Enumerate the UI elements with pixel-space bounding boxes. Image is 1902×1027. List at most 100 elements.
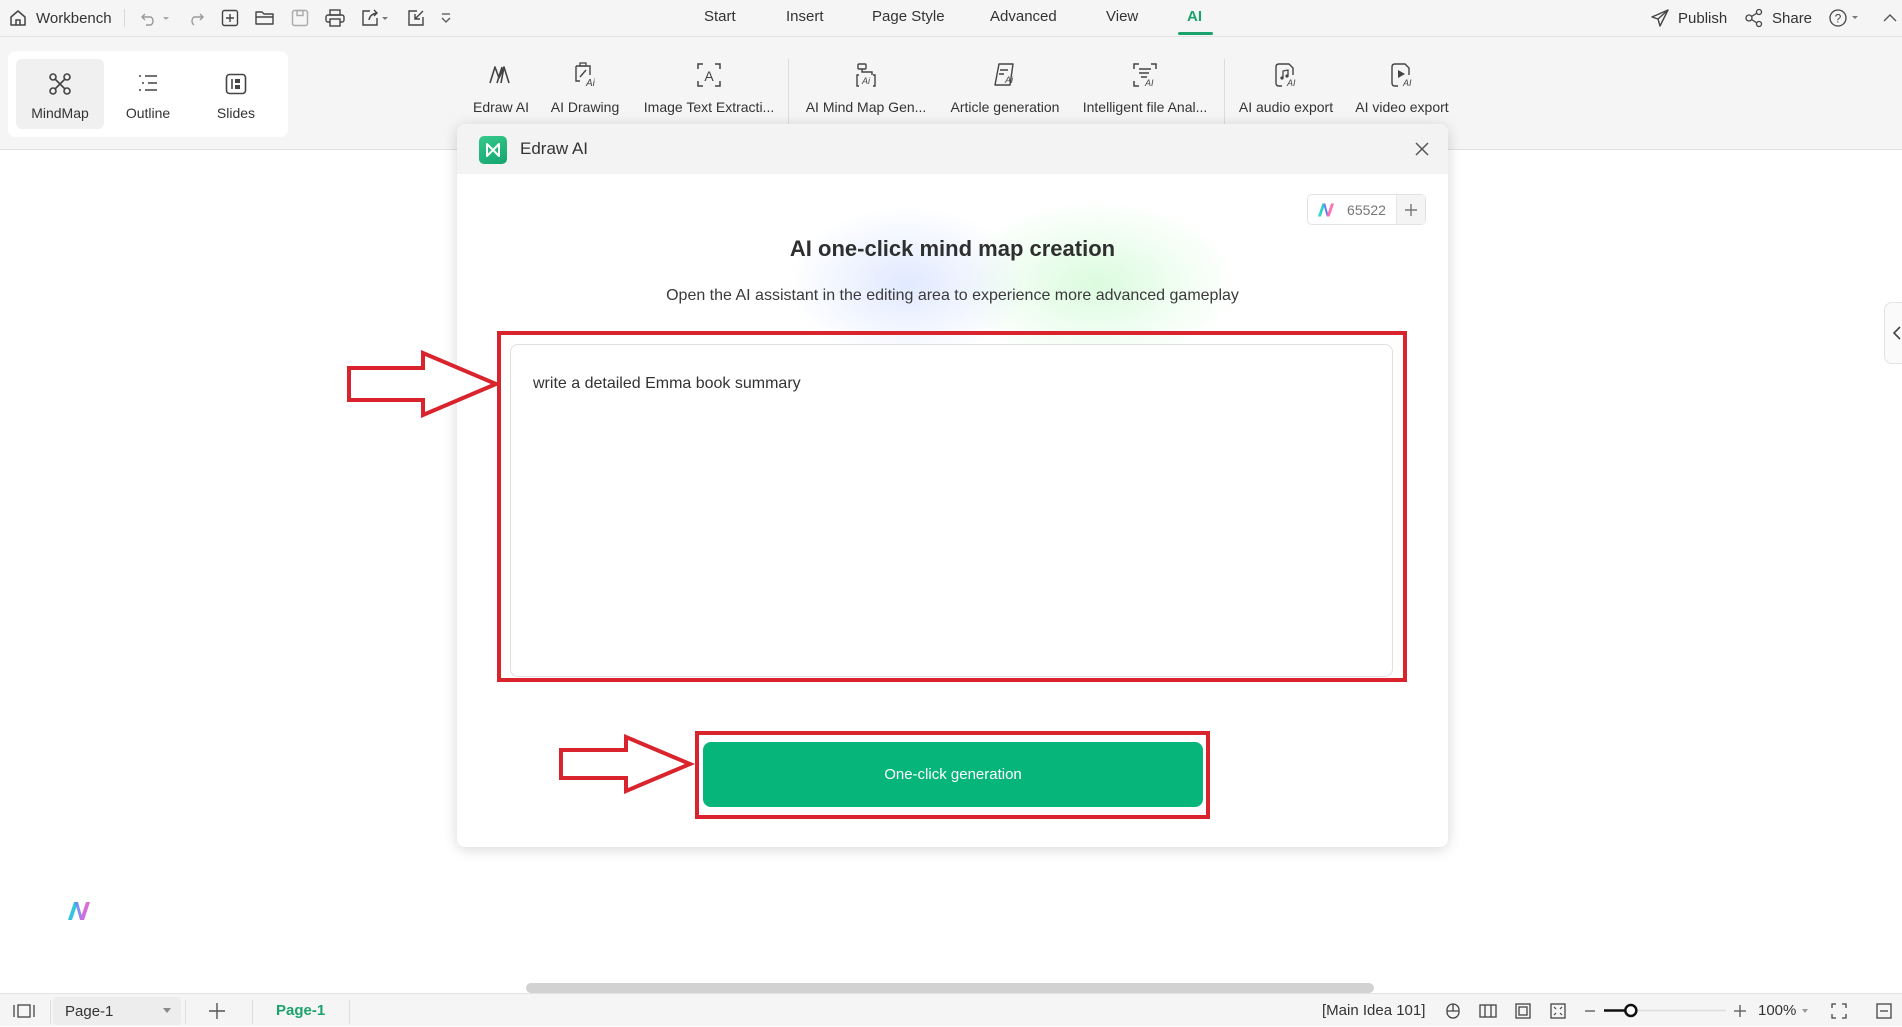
ai-mindmap-gen-button[interactable]: Ai AI Mind Map Gen...	[806, 61, 926, 115]
fit-page-icon	[1514, 1002, 1532, 1020]
fit-window-button[interactable]	[1549, 994, 1567, 1027]
tab-view[interactable]: View	[1106, 8, 1138, 25]
video-export-button[interactable]: AI AI video export	[1354, 61, 1450, 115]
zoom-slider-handle[interactable]	[1624, 1003, 1638, 1018]
zoom-level-dropdown[interactable]: 100%	[1758, 994, 1809, 1027]
fit-window-icon	[1549, 1002, 1567, 1020]
export-icon	[360, 8, 390, 28]
open-button[interactable]	[252, 6, 278, 30]
view-outline-label: Outline	[125, 105, 171, 121]
edraw-ai-button[interactable]: Edraw AI	[473, 61, 529, 115]
credits-icon	[1308, 202, 1338, 218]
svg-text:A: A	[704, 68, 714, 84]
view-slides-button[interactable]: Slides	[192, 59, 280, 129]
redo-button[interactable]	[184, 6, 206, 30]
more-tools-button[interactable]	[436, 6, 456, 30]
zoom-level-value: 100%	[1758, 1002, 1797, 1019]
zoom-in-button[interactable]	[1733, 994, 1747, 1027]
edraw-logo-icon	[479, 136, 507, 164]
selection-info: [Main Idea 101]	[1322, 1002, 1426, 1019]
article-generation-button[interactable]: Ai Article generation	[950, 61, 1060, 115]
toggle-page-panel-button[interactable]	[12, 994, 36, 1027]
view-mindmap-button[interactable]: MindMap	[16, 59, 104, 129]
dialog-title: Edraw AI	[520, 139, 589, 158]
divider	[185, 1000, 186, 1024]
audio-export-button[interactable]: AI AI audio export	[1236, 61, 1336, 115]
page-tab-active[interactable]: Page-1	[276, 994, 325, 1027]
edraw-ai-icon	[487, 61, 515, 89]
divider	[124, 9, 125, 27]
fullscreen-button[interactable]	[1830, 994, 1848, 1027]
publish-icon	[1650, 8, 1670, 28]
new-file-button[interactable]	[218, 6, 242, 30]
minus-icon	[1584, 1005, 1596, 1017]
credits-value: 65522	[1347, 201, 1386, 218]
prompt-input[interactable]: write a detailed Emma book summary	[511, 345, 1392, 676]
view-outline-button[interactable]: Outline	[104, 59, 192, 129]
ai-mindmap-gen-icon: Ai	[852, 61, 880, 89]
file-analysis-button[interactable]: AI Intelligent file Anal...	[1080, 61, 1210, 115]
svg-text:AI: AI	[1286, 78, 1296, 88]
collapse-ribbon-button[interactable]	[1882, 6, 1898, 30]
plus-icon	[208, 1002, 226, 1020]
side-panel-toggle[interactable]	[1884, 302, 1902, 364]
workbench-button[interactable]: Workbench	[8, 6, 112, 30]
home-icon	[8, 8, 28, 28]
save-icon	[290, 8, 310, 28]
ai-drawing-label: AI Drawing	[550, 99, 620, 115]
mouse-mode-button[interactable]	[1444, 994, 1462, 1027]
fullscreen-icon	[1830, 1002, 1848, 1020]
new-file-icon	[220, 8, 240, 28]
check-export-button[interactable]	[404, 6, 428, 30]
top-bar: Workbench Start Insert Page Style Advanc…	[0, 0, 1902, 36]
export-button[interactable]	[358, 6, 392, 30]
book-view-button[interactable]	[1478, 994, 1498, 1027]
plus-icon	[1733, 1004, 1747, 1018]
one-click-generation-button[interactable]: One-click generation	[703, 742, 1203, 807]
view-switcher: MindMap Outline Slides	[8, 51, 288, 137]
chevron-left-icon	[1891, 325, 1902, 341]
divider	[252, 1000, 253, 1024]
fit-width-button[interactable]	[1875, 994, 1893, 1027]
svg-text:AI: AI	[1144, 78, 1154, 88]
audio-export-icon: AI	[1272, 61, 1300, 89]
svg-text:Ai: Ai	[1004, 75, 1014, 85]
fit-width-icon	[1875, 1002, 1893, 1020]
add-credits-button[interactable]	[1396, 195, 1425, 224]
book-icon	[1478, 1002, 1498, 1020]
edraw-ai-assistant-icon[interactable]	[66, 900, 92, 922]
help-button[interactable]: ?	[1828, 6, 1862, 30]
svg-text:Ai: Ai	[861, 76, 871, 86]
ai-drawing-icon: Ai	[571, 61, 599, 89]
article-generation-label: Article generation	[950, 99, 1060, 115]
image-text-extraction-button[interactable]: A Image Text Extracti...	[644, 61, 774, 115]
ribbon-divider	[788, 59, 789, 129]
divider	[349, 1000, 350, 1024]
print-icon	[324, 8, 346, 28]
undo-button[interactable]	[138, 6, 172, 30]
prompt-box: write a detailed Emma book summary	[510, 344, 1393, 677]
dialog-header: Edraw AI	[457, 124, 1448, 174]
tab-advanced[interactable]: Advanced	[990, 8, 1057, 25]
tab-start[interactable]: Start	[704, 8, 736, 25]
add-page-button[interactable]	[208, 994, 226, 1027]
tab-ai[interactable]: AI	[1187, 8, 1202, 25]
tab-page-style[interactable]: Page Style	[872, 8, 945, 25]
publish-button[interactable]: Publish	[1650, 6, 1727, 30]
tab-insert[interactable]: Insert	[786, 8, 824, 25]
horizontal-scrollbar[interactable]	[526, 983, 1374, 993]
audio-export-label: AI audio export	[1238, 99, 1334, 115]
save-button[interactable]	[288, 6, 312, 30]
print-button[interactable]	[322, 6, 348, 30]
ai-drawing-button[interactable]: Ai AI Drawing	[550, 61, 620, 115]
fit-page-button[interactable]	[1514, 994, 1532, 1027]
close-icon	[1414, 141, 1430, 157]
zoom-out-button[interactable]	[1584, 994, 1596, 1027]
view-slides-label: Slides	[216, 105, 256, 121]
close-button[interactable]	[1410, 137, 1434, 161]
zoom-slider[interactable]	[1602, 994, 1728, 1027]
page-select-dropdown[interactable]: Page-1	[53, 997, 181, 1025]
view-mindmap-label: MindMap	[31, 105, 89, 121]
undo-icon	[140, 8, 170, 28]
share-button[interactable]: Share	[1744, 6, 1812, 30]
